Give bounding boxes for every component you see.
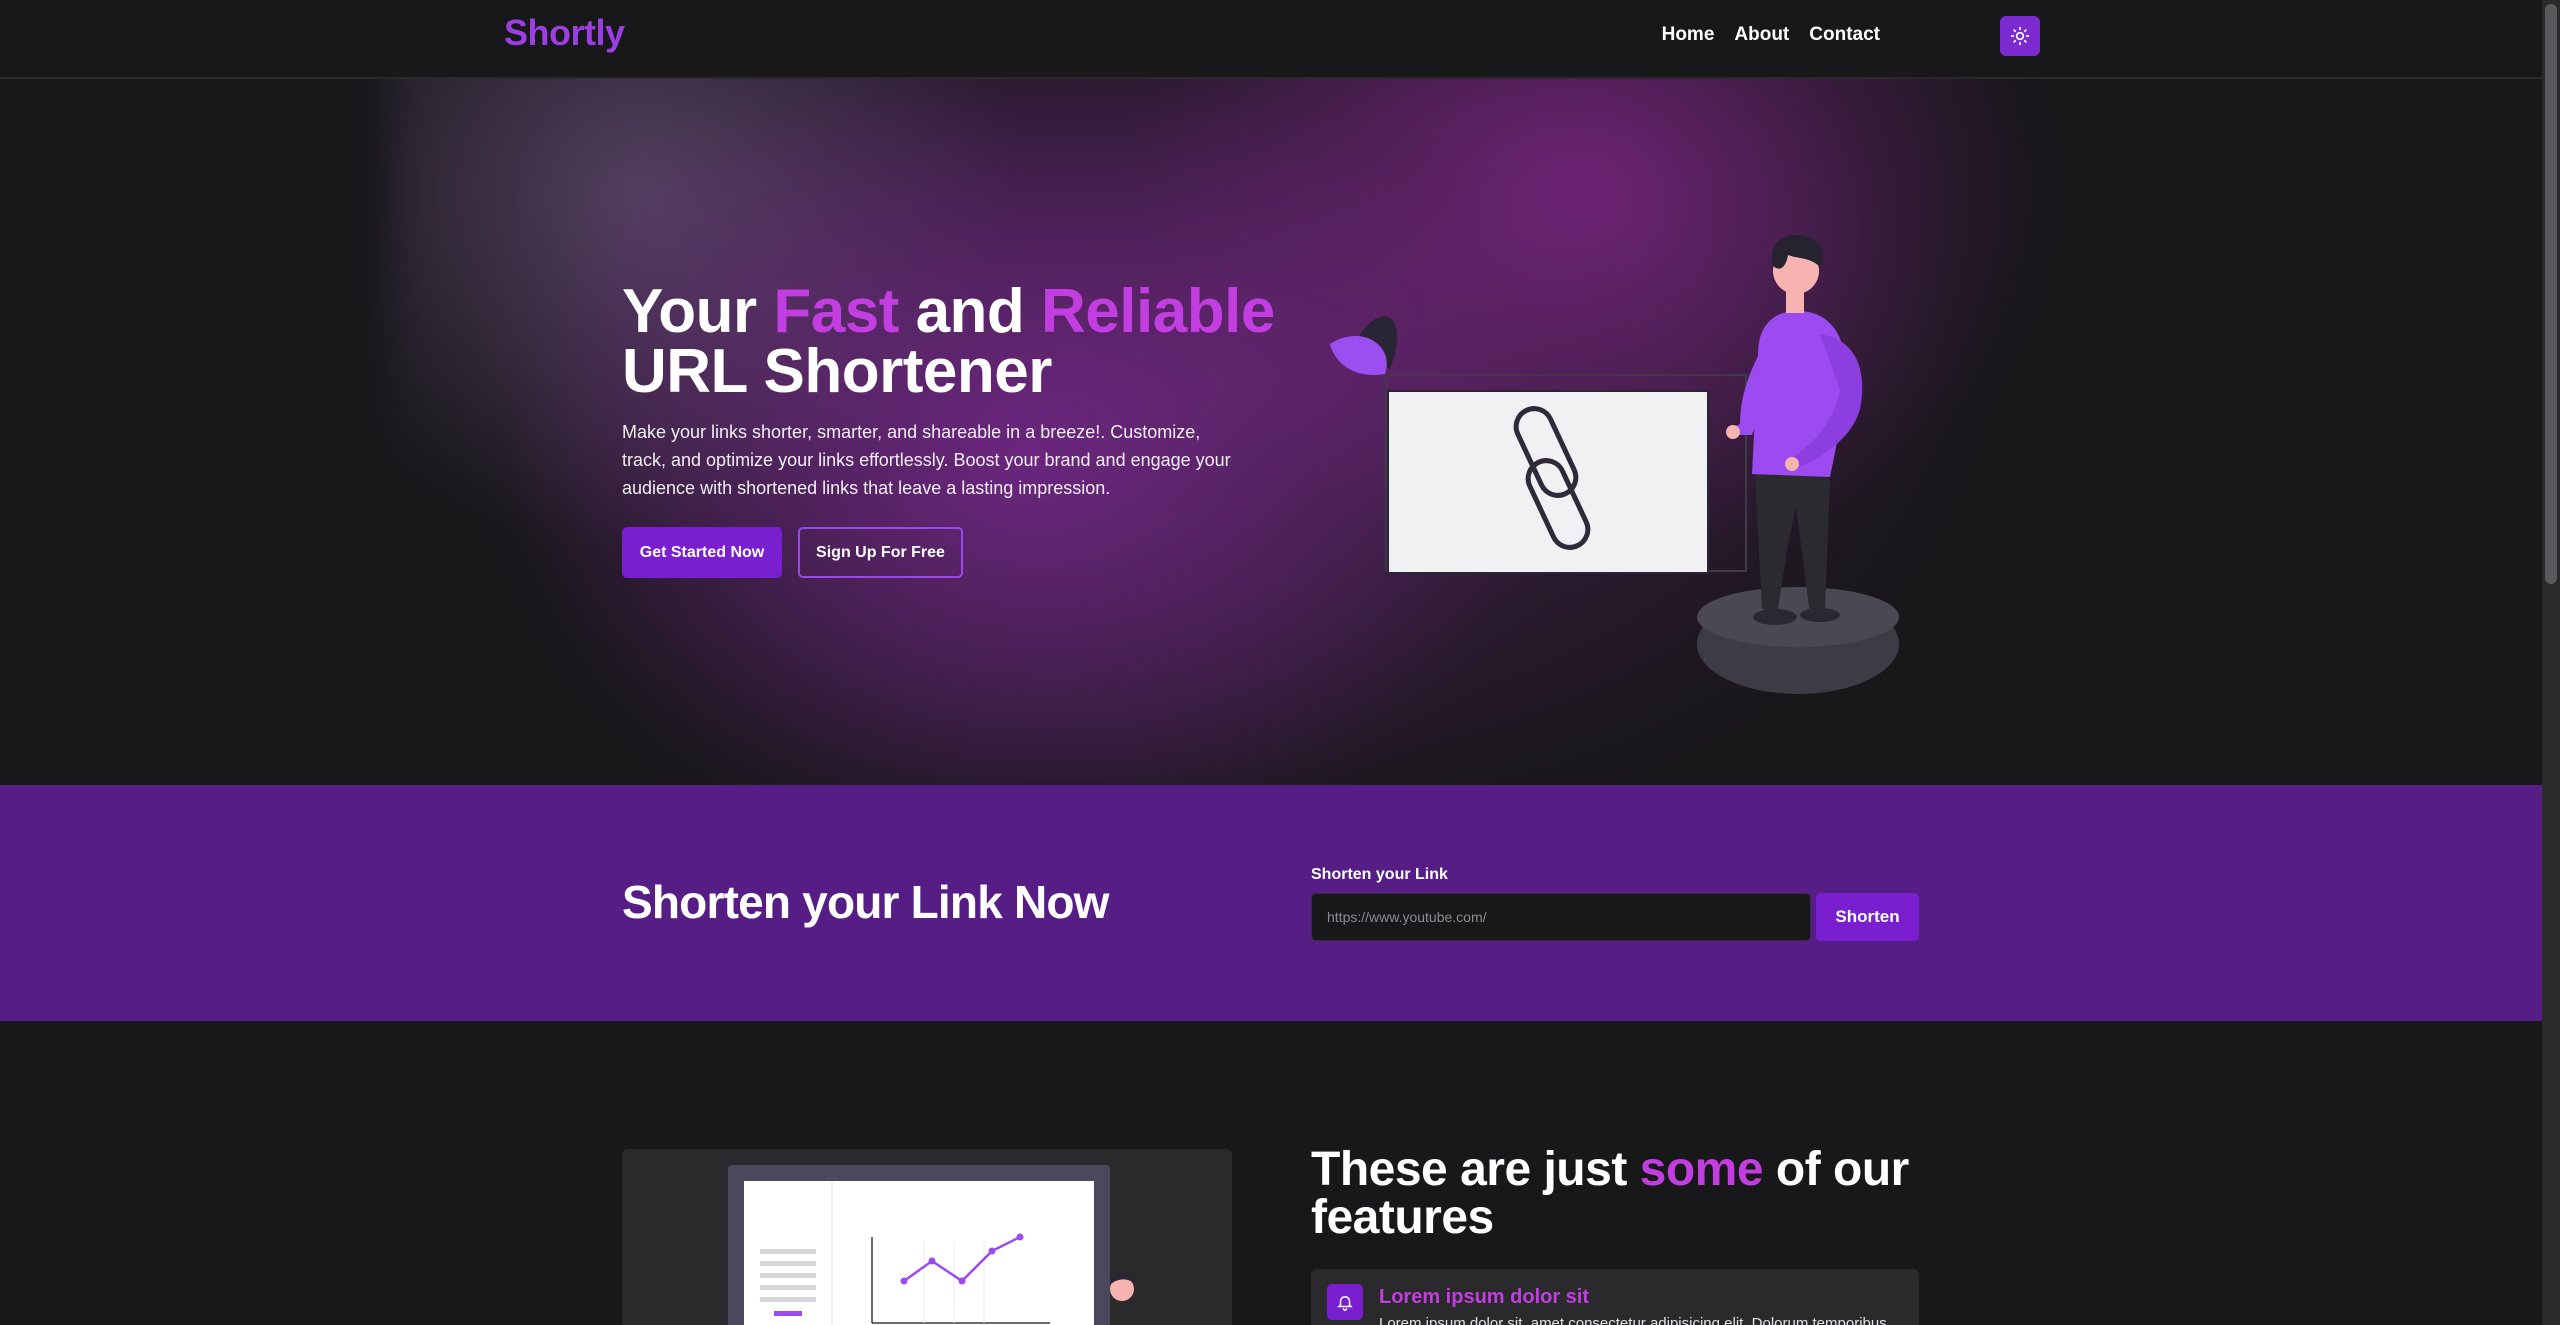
scrollbar[interactable] (2542, 0, 2560, 1325)
feature-item: Lorem ipsum dolor sit Lorem ipsum dolor … (1311, 1269, 1919, 1325)
nav-link-about[interactable]: About (1734, 24, 1789, 46)
hero-section: Your Fast and Reliable URL Shortener Mak… (0, 79, 2542, 785)
feature-item-title: Lorem ipsum dolor sit (1379, 1286, 1590, 1308)
nav-links: Home About Contact (1662, 24, 1880, 46)
hero-description: Make your links shorter, smarter, and sh… (622, 422, 1231, 498)
features-title-part: These are just (1311, 1143, 1640, 1196)
features-title-accent: some (1639, 1143, 1764, 1196)
hero-title-accent-reliable: Reliable (1041, 277, 1275, 346)
nav-link-contact[interactable]: Contact (1809, 24, 1880, 46)
analytics-illustration (728, 1165, 1134, 1325)
features-section: These are just some of our features Lore… (0, 1021, 2542, 1325)
theme-toggle-button[interactable] (2000, 16, 2040, 56)
url-input[interactable] (1311, 893, 1811, 941)
features-title: These are just some of our features (1311, 1146, 1971, 1242)
hero-title: Your Fast and Reliable URL Shortener (622, 281, 1322, 403)
navbar: Shortly Home About Contact (0, 0, 2542, 79)
shorten-section: Shorten your Link Now Shorten your Link … (0, 785, 2542, 1021)
sign-up-button[interactable]: Sign Up For Free (798, 527, 963, 578)
hero-title-part: and (898, 277, 1042, 346)
scrollbar-thumb[interactable] (2545, 4, 2557, 584)
hero-title-part: Your (622, 277, 774, 346)
hero-title-accent-fast: Fast (773, 277, 899, 346)
hero-title-part: URL Shortener (622, 337, 1052, 406)
hero-illustration (1330, 235, 1899, 694)
nav-link-home[interactable]: Home (1662, 24, 1715, 46)
shorten-label: Shorten your Link (1311, 866, 1448, 883)
shorten-button[interactable]: Shorten (1816, 893, 1919, 941)
sun-icon (2010, 26, 2030, 46)
get-started-button[interactable]: Get Started Now (622, 527, 782, 578)
features-illustration-card (622, 1149, 1232, 1325)
bell-icon (1327, 1284, 1363, 1320)
brand-logo[interactable]: Shortly (504, 12, 625, 54)
shorten-title: Shorten your Link Now (622, 876, 1109, 928)
feature-item-text: Lorem ipsum dolor sit, amet consectetur … (1379, 1315, 1887, 1325)
